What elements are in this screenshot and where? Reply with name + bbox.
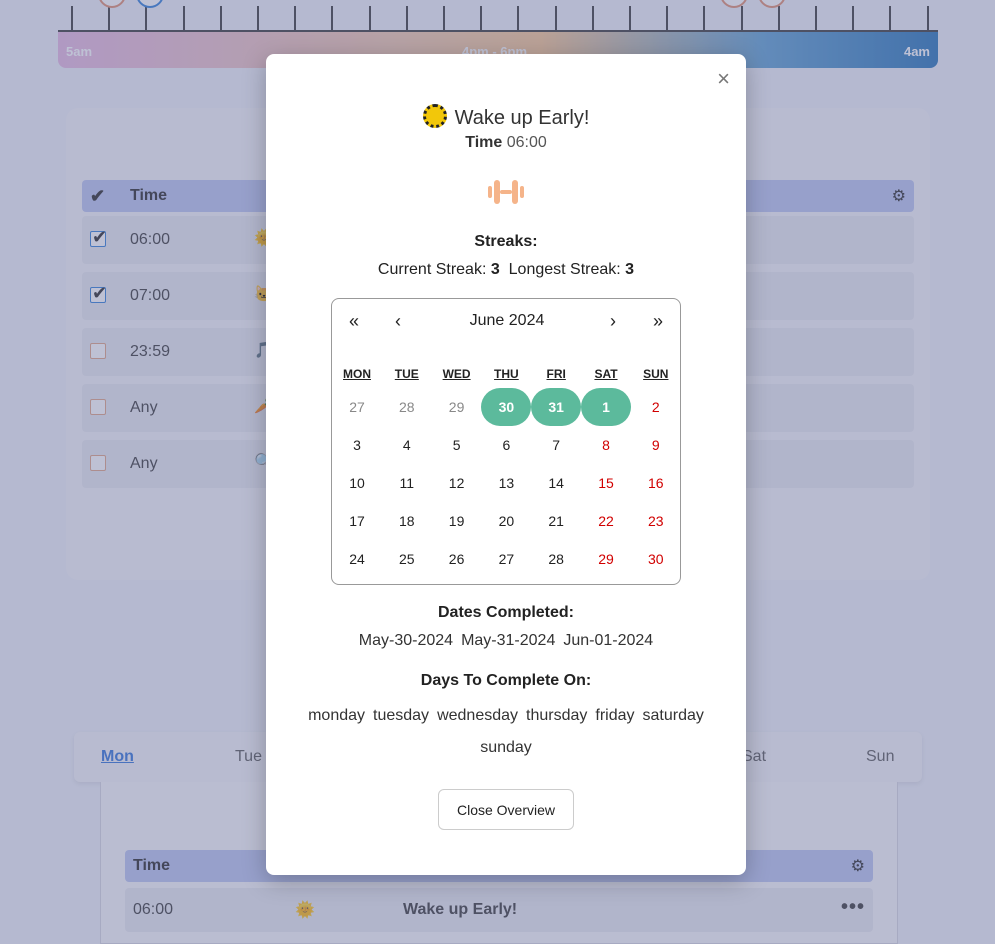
dates-completed-list: May-30-2024 May-31-2024 Jun-01-2024 [266, 632, 746, 650]
completed-date: May-31-2024 [461, 632, 556, 649]
completion-day: wednesday [437, 707, 519, 724]
sun-icon [422, 104, 447, 128]
streaks-label: Streaks: [474, 233, 538, 250]
calendar-day[interactable]: 15 [581, 464, 631, 502]
calendar-day[interactable]: 29 [581, 540, 631, 578]
calendar-day[interactable]: 19 [432, 502, 482, 540]
calendar-day[interactable]: 20 [481, 502, 531, 540]
weekday-header: SUN [643, 367, 669, 381]
time-value: 06:00 [506, 134, 547, 151]
dates-completed-label: Dates Completed: [437, 604, 575, 621]
modal-title: Wake up Early! [266, 104, 746, 130]
calendar-day[interactable]: 12 [432, 464, 482, 502]
streak-summary: Current Streak: 3 Longest Streak: 3 [266, 261, 746, 279]
close-icon[interactable]: × [717, 66, 730, 92]
completion-day: monday [308, 707, 366, 724]
next-month-button[interactable]: › [610, 311, 616, 332]
dumbbell-icon [488, 178, 524, 206]
completion-day: friday [595, 707, 635, 724]
weekday-header: WED [442, 367, 471, 381]
calendar-day[interactable]: 29 [432, 388, 482, 426]
calendar-day[interactable]: 5 [432, 426, 482, 464]
calendar-day[interactable]: 18 [382, 502, 432, 540]
calendar-day[interactable]: 14 [531, 464, 581, 502]
completion-day: saturday [642, 707, 704, 724]
longest-streak-value: 3 [625, 261, 635, 278]
weekday-header: MON [343, 367, 371, 381]
calendar-day[interactable]: 13 [481, 464, 531, 502]
close-overview-button[interactable]: Close Overview [438, 789, 574, 830]
completion-day: thursday [526, 707, 588, 724]
calendar-day[interactable]: 10 [332, 464, 382, 502]
weekday-header: SAT [594, 367, 618, 381]
calendar-day[interactable]: 7 [531, 426, 581, 464]
calendar-day[interactable]: 17 [332, 502, 382, 540]
completed-date: May-30-2024 [358, 632, 454, 649]
days-to-complete-label: Days To Complete On: [420, 672, 592, 689]
calendar-day[interactable]: 27 [332, 388, 382, 426]
habit-overview-modal: × Wake up Early! Time 06:00 Streaks: Cur… [266, 54, 746, 875]
longest-streak-label: Longest Streak: [508, 261, 621, 278]
calendar-day[interactable]: 3 [332, 426, 382, 464]
days-to-complete-list: monday tuesday wednesday thursday friday satu… [286, 700, 726, 764]
calendar-day[interactable]: 22 [581, 502, 631, 540]
calendar-day[interactable]: 11 [382, 464, 432, 502]
calendar-day[interactable]: 25 [382, 540, 432, 578]
completion-day: sunday [480, 739, 532, 756]
calendar-day[interactable]: 21 [531, 502, 581, 540]
weekday-header: TUE [394, 367, 419, 381]
current-streak-label: Current Streak: [377, 261, 487, 278]
calendar-day[interactable]: 9 [631, 426, 681, 464]
habit-title: Wake up Early! [454, 107, 590, 129]
calendar-day[interactable]: 28 [531, 540, 581, 578]
time-label: Time [465, 134, 503, 151]
weekday-header: THU [494, 367, 519, 381]
calendar-day[interactable]: 30 [631, 540, 681, 578]
calendar-day-completed[interactable]: 1 [581, 388, 631, 426]
calendar-day-completed[interactable]: 31 [531, 388, 582, 426]
calendar-day[interactable]: 16 [631, 464, 681, 502]
calendar-day[interactable]: 6 [481, 426, 531, 464]
calendar-day[interactable]: 26 [432, 540, 482, 578]
weekday-header: FRI [546, 367, 566, 381]
calendar-day[interactable]: 8 [581, 426, 631, 464]
calendar-day[interactable]: 28 [382, 388, 432, 426]
calendar-day[interactable]: 24 [332, 540, 382, 578]
calendar-day[interactable]: 27 [481, 540, 531, 578]
habit-time: Time 06:00 [266, 134, 746, 152]
next-year-button[interactable]: » [653, 311, 663, 332]
calendar-day[interactable]: 4 [382, 426, 432, 464]
streak-calendar: « ‹ June 2024 › » MON TUE WED THU FRI SAT SUN 2… [331, 298, 681, 585]
calendar-day-completed[interactable]: 30 [481, 388, 532, 426]
calendar-month-label[interactable]: June 2024 [332, 312, 682, 330]
completion-day: tuesday [373, 707, 430, 724]
calendar-day[interactable]: 23 [631, 502, 681, 540]
current-streak-value: 3 [490, 261, 500, 278]
completed-date: Jun-01-2024 [563, 632, 654, 649]
calendar-day[interactable]: 2 [631, 388, 681, 426]
